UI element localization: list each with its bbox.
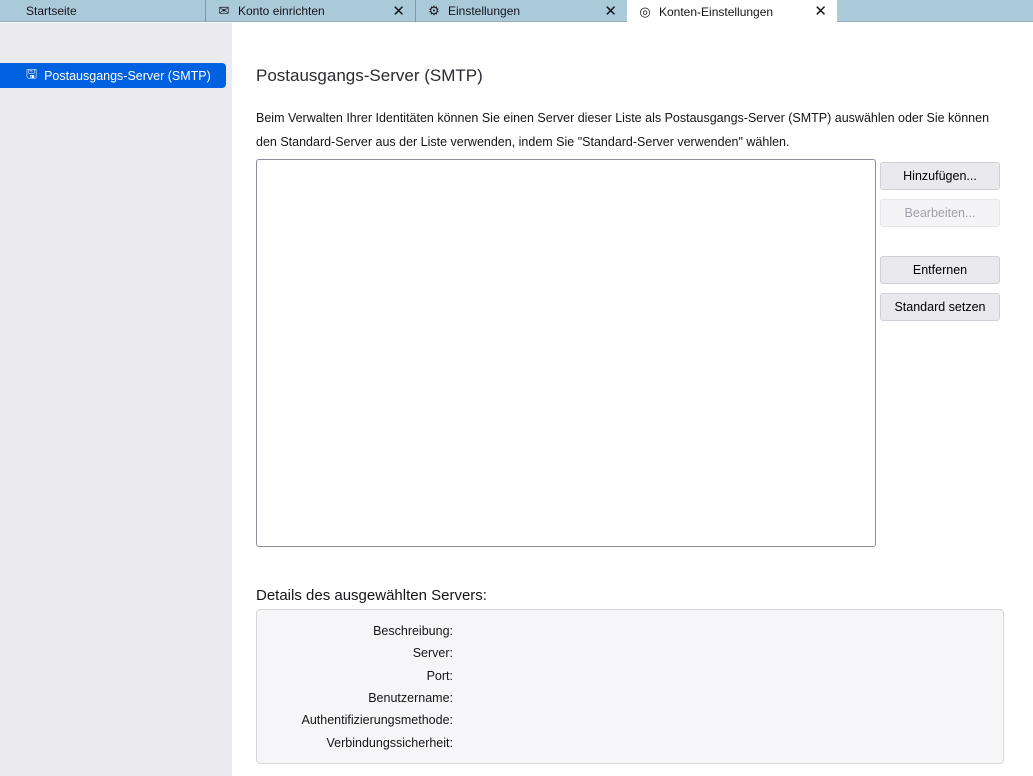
server-icon: 🖫 xyxy=(26,65,38,81)
remove-button[interactable]: Entfernen xyxy=(880,256,1000,284)
tab-label: Konten-Einstellungen xyxy=(659,4,774,19)
tab-konto-einrichten[interactable]: ✉ Konto einrichten ✕ xyxy=(205,0,415,22)
details-heading: Details des ausgewählten Servers: xyxy=(256,587,487,604)
set-default-button[interactable]: Standard setzen xyxy=(880,293,1000,321)
tab-startseite[interactable]: Startseite xyxy=(0,0,205,22)
label-server: Server: xyxy=(412,646,453,660)
label-description: Beschreibung: xyxy=(373,624,453,638)
edit-button[interactable]: Bearbeiten... xyxy=(880,199,1000,227)
tab-label: Startseite xyxy=(26,4,77,18)
label-auth-method: Authentifizierungsmethode: xyxy=(301,713,453,727)
sidebar: 🖫 Postausgangs-Server (SMTP) xyxy=(0,23,232,776)
page-title: Postausgangs-Server (SMTP) xyxy=(256,66,483,85)
tab-label: Konto einrichten xyxy=(238,4,325,18)
tab-bar: Startseite ✉ Konto einrichten ✕ ⚙ Einstell… xyxy=(0,0,1033,23)
smtp-server-list[interactable] xyxy=(256,159,876,547)
sidebar-item-smtp[interactable]: 🖫 Postausgangs-Server (SMTP) xyxy=(0,63,226,88)
label-username: Benutzername: xyxy=(368,691,453,705)
mail-icon: ✉ xyxy=(218,3,230,18)
tab-einstellungen[interactable]: ⚙ Einstellungen ✕ xyxy=(415,0,627,22)
tab-konten-einstellungen[interactable]: ◎ Konten-Einstellungen ✕ xyxy=(627,0,837,23)
close-icon[interactable]: ✕ xyxy=(604,2,617,20)
label-port: Port: xyxy=(426,669,453,683)
add-button[interactable]: Hinzufügen... xyxy=(880,162,1000,190)
tab-label: Einstellungen xyxy=(448,4,521,18)
label-connection-security: Verbindungssicherheit: xyxy=(326,736,453,750)
description: Beim Verwalten Ihrer Identitäten können … xyxy=(256,111,990,149)
account-icon: ◎ xyxy=(639,3,651,19)
close-icon[interactable]: ✕ xyxy=(814,2,827,20)
sidebar-item-label: Postausgangs-Server (SMTP) xyxy=(44,68,211,83)
close-icon[interactable]: ✕ xyxy=(392,2,405,20)
gear-icon: ⚙ xyxy=(428,3,440,18)
